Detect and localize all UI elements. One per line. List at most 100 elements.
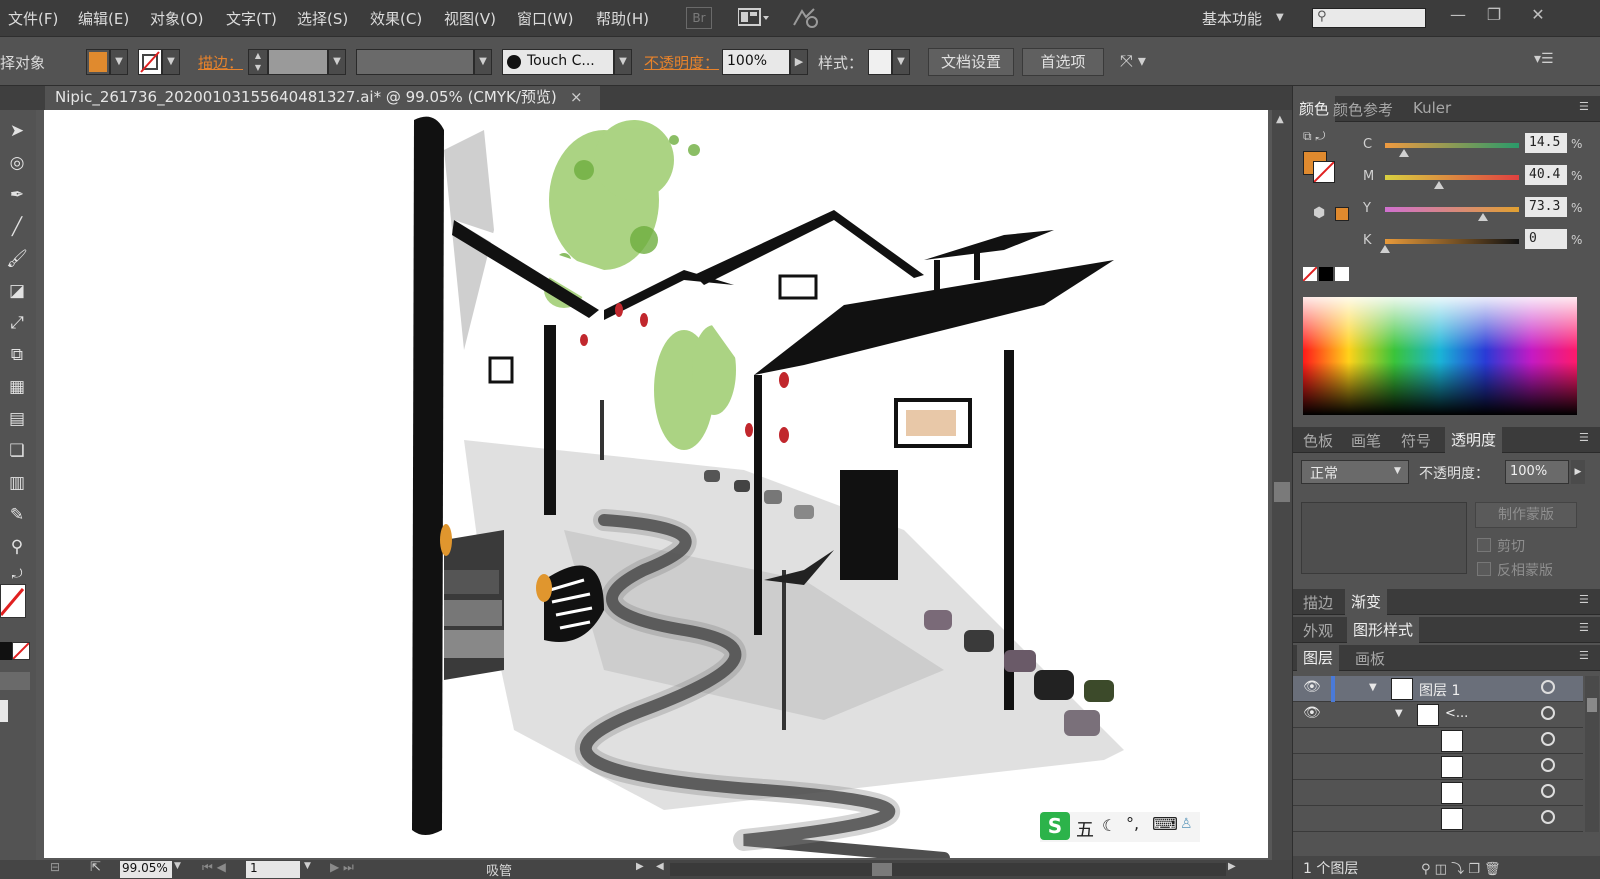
tab-symbols[interactable]: 符号 bbox=[1401, 430, 1431, 451]
menu-edit[interactable]: 编辑(E) bbox=[78, 8, 129, 29]
slider-value-m[interactable]: 40.4 bbox=[1525, 165, 1567, 185]
menu-effect[interactable]: 效果(C) bbox=[370, 8, 422, 29]
profile-dropdown[interactable]: ▼ bbox=[474, 49, 492, 75]
stroke-weight-stepper[interactable]: ▲ ▼ bbox=[248, 49, 268, 75]
target-circle-icon[interactable] bbox=[1541, 732, 1555, 746]
moon-icon[interactable]: ☾ bbox=[1102, 816, 1116, 835]
ime-mode[interactable]: 五 bbox=[1076, 816, 1094, 842]
perspective-grid-tool-icon[interactable]: ▦ bbox=[2, 374, 32, 400]
canvas-area[interactable]: S 五 ☾ °, ⌨ ♙ bbox=[36, 110, 1272, 860]
stroke-label-link[interactable]: 描边： bbox=[198, 52, 243, 73]
scroll-left-icon[interactable]: ◀ bbox=[656, 861, 664, 872]
none-swatch[interactable] bbox=[1302, 266, 1318, 282]
visibility-eye-icon[interactable]: 👁 bbox=[1303, 705, 1321, 721]
tab-stroke[interactable]: 描边 bbox=[1303, 592, 1333, 613]
menu-object[interactable]: 对象(O) bbox=[150, 8, 204, 29]
document-tab[interactable]: Nipic_261736_20200103155640481327.ai* @ … bbox=[45, 86, 600, 110]
make-mask-button[interactable]: 制作蒙版 bbox=[1475, 502, 1577, 528]
stroke-color-box[interactable] bbox=[0, 584, 26, 618]
slider-thumb-k[interactable] bbox=[1380, 245, 1390, 253]
sublayer-name[interactable]: <... bbox=[1445, 706, 1468, 721]
slider-track-y[interactable] bbox=[1385, 207, 1519, 212]
keyboard-icon[interactable]: ⌨ bbox=[1152, 814, 1178, 835]
transform-icon[interactable]: ⤧ ▾ bbox=[1120, 51, 1146, 71]
workspace-switcher[interactable]: 基本功能 bbox=[1202, 8, 1262, 29]
tab-kuler[interactable]: Kuler bbox=[1413, 99, 1451, 117]
tab-swatches[interactable]: 色板 bbox=[1303, 430, 1333, 451]
layers-scroll-thumb[interactable] bbox=[1587, 698, 1597, 712]
stroke-color-box-panel[interactable] bbox=[1313, 161, 1335, 183]
slider-thumb-c[interactable] bbox=[1399, 149, 1410, 157]
out-of-gamut-icon[interactable]: ⬢ bbox=[1313, 205, 1325, 221]
slider-track-k[interactable] bbox=[1385, 239, 1519, 244]
layer-row[interactable] bbox=[1293, 728, 1583, 754]
variable-width-profile[interactable] bbox=[356, 49, 474, 75]
ime-toolbar[interactable]: S 五 ☾ °, ⌨ ♙ bbox=[1040, 812, 1200, 842]
tab-color-guide[interactable]: 颜色参考 bbox=[1333, 99, 1393, 120]
scroll-thumb[interactable] bbox=[1274, 482, 1290, 502]
lasso-tool-icon[interactable]: ◎ bbox=[2, 150, 32, 176]
panel-menu-icon[interactable]: ▾☰ bbox=[1534, 51, 1554, 67]
hscroll-thumb[interactable] bbox=[872, 863, 892, 876]
color-panel-menu-icon[interactable]: ☰ bbox=[1579, 100, 1589, 113]
scale-tool-icon[interactable]: ⤢ bbox=[2, 310, 32, 336]
transparency-opacity-arrow[interactable]: ▶ bbox=[1571, 460, 1585, 484]
graphic-style-swatch[interactable] bbox=[868, 49, 892, 75]
scroll-up-icon[interactable]: ▲ bbox=[1276, 114, 1284, 125]
menu-type[interactable]: 文字(T) bbox=[226, 8, 277, 29]
invert-mask-checkbox[interactable] bbox=[1477, 562, 1491, 576]
tab-layers[interactable]: 图层 bbox=[1297, 645, 1340, 671]
appearance-panel-menu-icon[interactable]: ☰ bbox=[1579, 621, 1589, 634]
black-swatch[interactable] bbox=[1319, 267, 1333, 281]
free-transform-tool-icon[interactable]: ⧉ bbox=[2, 342, 32, 368]
artboard-nav-icon[interactable]: ⊟ bbox=[50, 860, 60, 874]
layer-row[interactable]: 👁 ▼ 图层 1 bbox=[1293, 676, 1583, 702]
stroke-weight-dropdown[interactable]: ▼ bbox=[328, 49, 346, 75]
zoom-dropdown[interactable]: ▼ bbox=[174, 861, 181, 871]
layer-row[interactable] bbox=[1293, 780, 1583, 806]
none-mode-icon[interactable] bbox=[12, 642, 30, 660]
menu-select[interactable]: 选择(S) bbox=[297, 8, 348, 29]
artboard-number-input[interactable]: 1 bbox=[246, 861, 300, 878]
graph-tool-icon[interactable]: ▥ bbox=[2, 470, 32, 496]
default-colors-icon[interactable]: ⧉ ⤾ bbox=[1303, 129, 1325, 144]
color-mode-icon[interactable] bbox=[0, 642, 12, 660]
zoom-tool-icon[interactable]: ⚲ bbox=[2, 534, 32, 560]
tab-gradient[interactable]: 渐变 bbox=[1345, 589, 1388, 615]
blend-mode-select[interactable]: 正常 ▼ bbox=[1301, 460, 1409, 484]
menu-window[interactable]: 窗口(W) bbox=[517, 8, 574, 29]
white-swatch[interactable] bbox=[1335, 267, 1349, 281]
layer-name[interactable]: 图层 1 bbox=[1419, 680, 1460, 700]
menu-help[interactable]: 帮助(H) bbox=[596, 8, 649, 29]
screen-mode-icon[interactable] bbox=[0, 700, 8, 722]
brush-definition[interactable]: Touch C... bbox=[502, 49, 614, 75]
layer-row[interactable] bbox=[1293, 754, 1583, 780]
expand-triangle-icon[interactable]: ▼ bbox=[1369, 682, 1377, 693]
gpu-performance-icon[interactable] bbox=[792, 7, 822, 33]
target-circle-icon[interactable] bbox=[1541, 758, 1555, 772]
tab-transparency[interactable]: 透明度 bbox=[1445, 427, 1503, 453]
transparency-opacity-input[interactable]: 100% bbox=[1505, 460, 1569, 484]
tab-brushes[interactable]: 画笔 bbox=[1351, 430, 1381, 451]
stroke-swatch[interactable] bbox=[138, 49, 162, 75]
bridge-button[interactable]: Br bbox=[686, 7, 712, 29]
target-circle-icon[interactable] bbox=[1541, 706, 1555, 720]
selection-tool-icon[interactable]: ➤ bbox=[2, 118, 32, 144]
shape-builder-tool-icon[interactable]: ❏ bbox=[2, 438, 32, 464]
layers-panel-menu-icon[interactable]: ☰ bbox=[1579, 649, 1589, 662]
tab-appearance[interactable]: 外观 bbox=[1303, 620, 1333, 641]
menu-view[interactable]: 视图(V) bbox=[444, 8, 496, 29]
fill-dropdown[interactable]: ▼ bbox=[110, 49, 128, 75]
slider-value-c[interactable]: 14.5 bbox=[1525, 133, 1567, 153]
eyedropper-tool-icon[interactable]: ✎ bbox=[2, 502, 32, 528]
eraser-tool-icon[interactable]: ◪ bbox=[2, 278, 32, 304]
close-window-button[interactable]: ✕ bbox=[1520, 4, 1556, 26]
layer-row[interactable]: 👁 ▼ <... bbox=[1293, 702, 1583, 728]
fill-swatch[interactable] bbox=[86, 49, 110, 75]
transparency-panel-menu-icon[interactable]: ☰ bbox=[1579, 431, 1589, 444]
slider-track-m[interactable] bbox=[1385, 175, 1519, 180]
tab-artboards[interactable]: 画板 bbox=[1355, 648, 1385, 669]
opacity-flyout-arrow[interactable]: ▶ bbox=[790, 49, 808, 75]
draw-mode-icon[interactable] bbox=[0, 672, 30, 690]
tab-graphic-styles[interactable]: 图形样式 bbox=[1347, 617, 1420, 643]
